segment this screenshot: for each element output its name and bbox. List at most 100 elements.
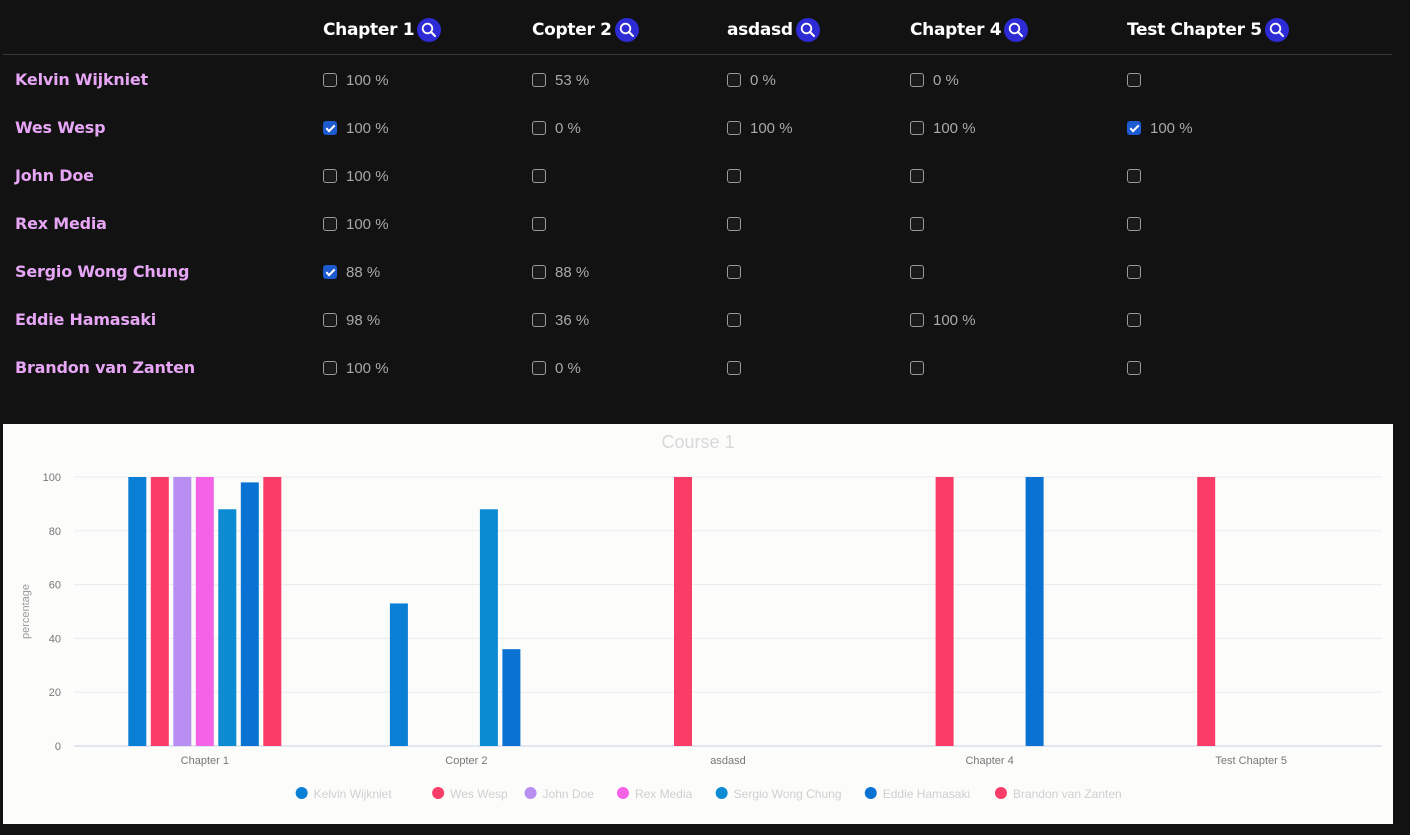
progress-percentage: 36 %: [555, 311, 590, 329]
bar: [150, 477, 169, 746]
progress-cell: 0 %: [532, 359, 581, 377]
student-name: Kelvin Wijkniet: [15, 70, 148, 89]
progress-cell: 100 %: [727, 119, 793, 137]
progress-cell: [910, 263, 924, 281]
search-icon[interactable]: [417, 18, 442, 42]
progress-cell: 0 %: [727, 71, 776, 89]
completion-checkbox[interactable]: [727, 217, 741, 231]
y-tick-label: 100: [43, 472, 61, 484]
bar: [173, 477, 192, 746]
completion-checkbox[interactable]: [910, 169, 924, 183]
completion-checkbox[interactable]: [532, 121, 546, 135]
legend-label: Rex Media: [635, 787, 693, 801]
bar: [263, 477, 282, 746]
progress-percentage: 100 %: [933, 311, 976, 329]
progress-cell: 98 %: [323, 311, 380, 329]
column-header-label: Test Chapter 5: [1127, 20, 1262, 40]
completion-checkbox[interactable]: [532, 73, 546, 87]
search-icon[interactable]: [614, 18, 639, 42]
search-icon[interactable]: [795, 18, 820, 42]
completion-checkbox[interactable]: [1127, 169, 1141, 183]
x-tick-label: Chapter 1: [181, 755, 229, 767]
legend-swatch: [864, 787, 877, 799]
progress-cell: 100 %: [1127, 119, 1193, 137]
progress-cell: 100 %: [910, 311, 976, 329]
completion-checkbox[interactable]: [323, 121, 337, 135]
completion-checkbox[interactable]: [323, 313, 337, 327]
completion-checkbox[interactable]: [1127, 121, 1141, 135]
completion-checkbox[interactable]: [910, 265, 924, 279]
progress-cell: 100 %: [323, 167, 389, 185]
bar: [1025, 477, 1044, 746]
search-icon[interactable]: [1264, 18, 1289, 42]
completion-checkbox[interactable]: [532, 217, 546, 231]
completion-checkbox[interactable]: [1127, 73, 1141, 87]
student-name: Brandon van Zanten: [15, 358, 195, 377]
completion-checkbox[interactable]: [727, 361, 741, 375]
completion-checkbox[interactable]: [323, 169, 337, 183]
legend-swatch: [616, 787, 629, 799]
progress-percentage: 100 %: [346, 119, 389, 137]
progress-percentage: 100 %: [1150, 119, 1193, 137]
completion-checkbox[interactable]: [910, 361, 924, 375]
y-tick-label: 0: [55, 741, 61, 753]
bar: [502, 649, 521, 746]
progress-cell: 100 %: [323, 359, 389, 377]
completion-checkbox[interactable]: [910, 313, 924, 327]
progress-cell: [1127, 263, 1141, 281]
completion-checkbox[interactable]: [727, 169, 741, 183]
completion-checkbox[interactable]: [727, 313, 741, 327]
legend-label: Brandon van Zanten: [1013, 787, 1122, 801]
completion-checkbox[interactable]: [323, 361, 337, 375]
legend-label: Eddie Hamasaki: [883, 787, 970, 801]
completion-checkbox[interactable]: [910, 121, 924, 135]
completion-checkbox[interactable]: [323, 73, 337, 87]
search-icon[interactable]: [1004, 18, 1029, 42]
completion-checkbox[interactable]: [727, 73, 741, 87]
completion-checkbox[interactable]: [1127, 265, 1141, 279]
legend-label: Sergio Wong Chung: [734, 787, 842, 801]
column-header-label: asdasd: [727, 20, 793, 40]
legend-swatch: [432, 787, 445, 799]
progress-cell: 0 %: [532, 119, 581, 137]
student-name: Sergio Wong Chung: [15, 262, 190, 281]
completion-checkbox[interactable]: [910, 217, 924, 231]
bar: [218, 509, 237, 746]
bar: [240, 482, 259, 746]
progress-cell: [727, 167, 741, 185]
progress-percentage: 98 %: [346, 311, 381, 329]
progress-cell: [1127, 215, 1141, 233]
progress-cell: [910, 359, 924, 377]
completion-checkbox[interactable]: [323, 217, 337, 231]
completion-checkbox[interactable]: [1127, 361, 1141, 375]
y-tick-label: 80: [49, 526, 61, 538]
legend-swatch: [715, 787, 728, 799]
y-tick-label: 60: [49, 580, 61, 592]
completion-checkbox[interactable]: [532, 361, 546, 375]
completion-checkbox[interactable]: [1127, 217, 1141, 231]
progress-percentage: 53 %: [555, 71, 590, 89]
x-tick-label: asdasd: [710, 755, 745, 767]
completion-checkbox[interactable]: [532, 265, 546, 279]
progress-percentage: 88 %: [555, 263, 590, 281]
y-tick-label: 20: [49, 687, 61, 699]
completion-checkbox[interactable]: [532, 313, 546, 327]
completion-checkbox[interactable]: [910, 73, 924, 87]
column-header-label: Chapter 4: [910, 20, 1002, 40]
bar: [195, 477, 214, 746]
completion-checkbox[interactable]: [323, 265, 337, 279]
column-header-label: Chapter 1: [323, 20, 415, 40]
progress-percentage: 0 %: [933, 71, 959, 89]
completion-checkbox[interactable]: [532, 169, 546, 183]
x-tick-label: Chapter 4: [965, 755, 1013, 767]
x-tick-label: Copter 2: [445, 755, 487, 767]
progress-cell: [532, 167, 546, 185]
progress-cell: 36 %: [532, 311, 589, 329]
column-header-1: Chapter 1: [323, 17, 442, 43]
completion-checkbox[interactable]: [727, 265, 741, 279]
completion-checkbox[interactable]: [1127, 313, 1141, 327]
progress-percentage: 100 %: [346, 71, 389, 89]
completion-checkbox[interactable]: [727, 121, 741, 135]
progress-cell: 100 %: [323, 119, 389, 137]
progress-percentage: 88 %: [346, 263, 381, 281]
